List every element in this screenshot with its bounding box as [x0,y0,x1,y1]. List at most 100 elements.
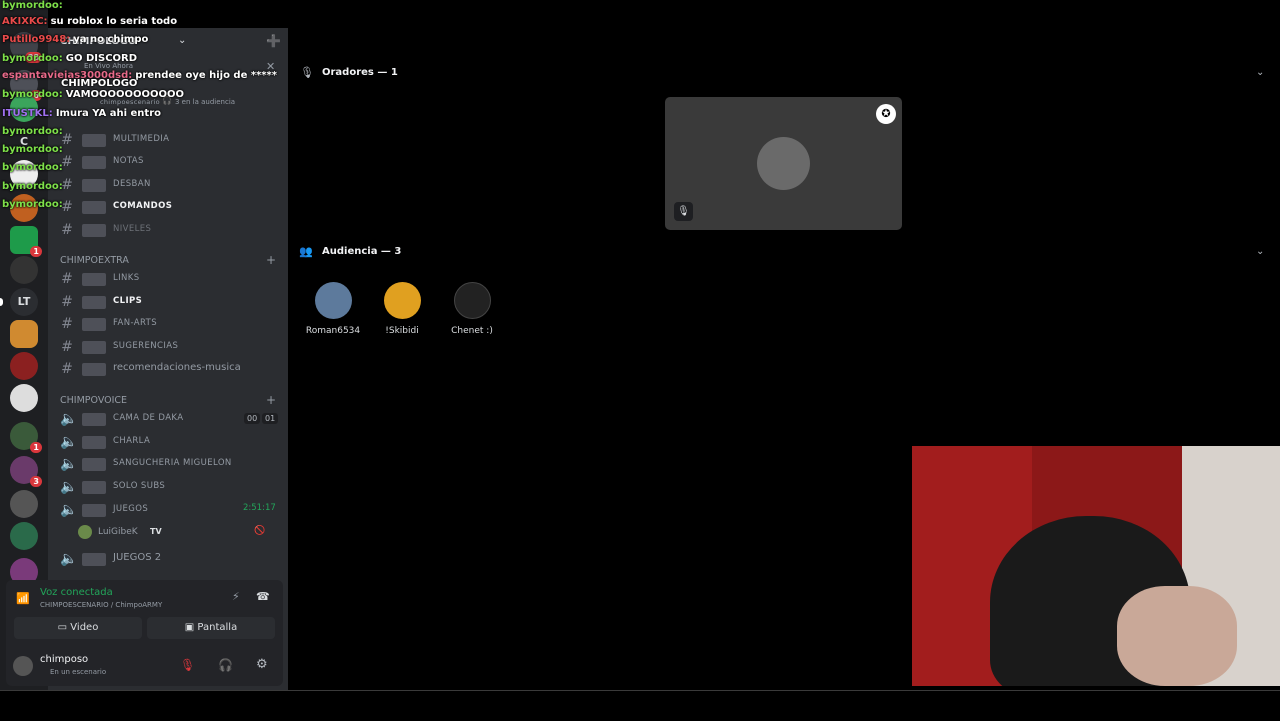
channel-multimedia[interactable]: # MULTIMEDIA [48,130,288,152]
webcam-overlay [912,446,1280,686]
voice-user-tag: TV [150,527,162,536]
channel-fan-arts[interactable]: # FAN-ARTS [48,314,288,336]
screen-share-icon: ▣ [184,622,198,633]
avatar [314,282,352,319]
channel-label: JUEGOS 2 [113,552,162,563]
chat-username: bymordoo: [2,0,63,11]
server-icon-folder[interactable]: 1 [10,422,42,453]
channel-label: LINKS [113,273,140,283]
channel-label: SANGUCHERIA MIGUELON [113,458,232,468]
noise-suppression-icon[interactable]: ⚡ [232,590,240,603]
audience-member[interactable]: !Skibidi [362,282,442,336]
video-button[interactable]: ▭ Video [14,617,142,639]
add-member-icon[interactable]: ➕ [266,34,281,48]
chevron-down-icon[interactable]: ⌄ [1256,67,1264,78]
channel-emoji [82,224,106,237]
channel-comandos[interactable]: # COMANDOS [48,197,288,219]
speaker-icon: 🔈 [60,411,78,427]
channel-label: CHARLA [113,436,151,446]
voice-channel-cama-de-daka[interactable]: 🔈 CAMA DE DAKA 00 01 [48,409,288,431]
hash-icon: # [61,271,73,287]
chat-username: ITUSTKL: [2,108,53,119]
speaker-tile[interactable]: ✪ 🎙 [665,97,902,230]
mute-icon[interactable]: 🎙 [180,658,195,672]
mute-icon: 🚫 [254,526,266,536]
channel-emoji [82,481,106,494]
add-channel-icon[interactable]: + [266,393,276,407]
channel-links[interactable]: # LINKS [48,269,288,291]
channel-label: NOTAS [113,156,144,166]
server-icon-initials[interactable]: LT [10,288,38,316]
chat-username: Putillo9948: [2,34,71,45]
signal-icon[interactable]: 📶 [16,592,30,605]
category-label: CHIMPOEXTRA [60,255,129,266]
channel-notas[interactable]: # NOTAS [48,152,288,174]
channel-emoji [82,504,106,517]
server-icon[interactable] [10,490,38,518]
screen-share-button[interactable]: ▣ Pantalla [147,617,275,639]
server-icon[interactable]: 1 [10,226,42,257]
voice-timer: 2:51:17 [243,503,276,513]
voice-channel-juegos[interactable]: 🔈 JUEGOS 2:51:17 [48,500,288,522]
voice-user-luigibek[interactable]: LuiGibeK TV 🚫 [78,524,288,542]
voice-channel-juegos-2[interactable]: 🔈 JUEGOS 2 [48,549,288,571]
channel-emoji [82,553,106,566]
screen-share-label: Pantalla [197,622,238,633]
voice-channel-charla[interactable]: 🔈 CHARLA [48,432,288,454]
audience-name: Roman6534 [305,326,361,336]
channel-niveles[interactable]: # NIVELES [48,220,288,242]
channel-emoji [82,363,106,376]
voice-connection-panel: 📶 Voz conectada CHIMPOESCENARIO / Chimpo… [6,580,283,686]
user-status: En un escenario [50,668,107,676]
channel-clips[interactable]: # CLIPS [48,292,288,314]
category-chimpovoice[interactable]: CHIMPOVOICE + [48,393,288,407]
speakers-title: Oradores — 1 [322,67,398,78]
add-channel-icon[interactable]: + [266,253,276,267]
audience-member[interactable]: Chenet :) [432,282,512,336]
channel-emoji [82,134,106,147]
chat-username: bymordoo: [2,89,63,100]
bottom-bar [0,690,1280,721]
server-icon-folder[interactable]: 3 [10,456,42,487]
server-icon[interactable] [10,384,38,412]
channel-label: MULTIMEDIA [113,134,170,144]
voice-status[interactable]: Voz conectada [40,587,113,598]
server-icon[interactable] [10,522,38,550]
headphones-icon[interactable]: 🎧 [218,658,233,672]
chevron-down-icon[interactable]: ⌄ [1256,246,1264,257]
category-chimpoextra[interactable]: CHIMPOEXTRA + [48,253,288,267]
hash-icon: # [61,222,73,238]
server-icon[interactable] [10,320,38,348]
chat-username: bymordoo: [2,162,63,173]
audience-icon: 👥 [299,245,313,258]
channel-desban[interactable]: # DESBAN [48,175,288,197]
unread-badge: 1 [30,442,42,453]
speaker-icon: 🔈 [60,434,78,450]
channel-label: SUGERENCIAS [113,341,179,351]
voice-channel-solo-subs[interactable]: 🔈 SOLO SUBS [48,477,288,499]
chevron-down-icon: ⌄ [178,35,187,46]
chat-message: bymordoo: [2,126,66,137]
voice-channel-sangucheria-miguelon[interactable]: 🔈 SANGUCHERIA MIGUELON [48,454,288,476]
avatar[interactable] [13,656,33,676]
audience-member[interactable]: Roman6534 [293,282,373,336]
channel-sugerencias[interactable]: # SUGERENCIAS [48,337,288,359]
gear-icon[interactable]: ⚙ [256,657,268,672]
channel-label: NIVELES [113,224,152,234]
avatar [78,525,92,539]
category-label: CHIMPOVOICE [60,395,128,406]
server-icon[interactable] [10,352,38,380]
hangup-icon[interactable]: ☎ [256,590,270,603]
chat-text: VAMOOOOOOOOOOO [65,89,185,100]
chat-message: bymordoo: [2,199,66,210]
mic-icon: 🎙 [300,66,314,79]
channel-recomendaciones-musica[interactable]: # recomendaciones-musica [48,359,288,381]
speaker-icon: 🔈 [60,479,78,495]
server-icon[interactable] [10,256,38,284]
chat-message: CHIMPOLOGO [58,78,137,89]
avatar [453,282,491,319]
chat-text: GO DISCORD [65,53,138,64]
voice-count: 00 [244,413,261,424]
unread-badge: 1 [30,246,42,257]
channel-emoji [82,458,106,471]
